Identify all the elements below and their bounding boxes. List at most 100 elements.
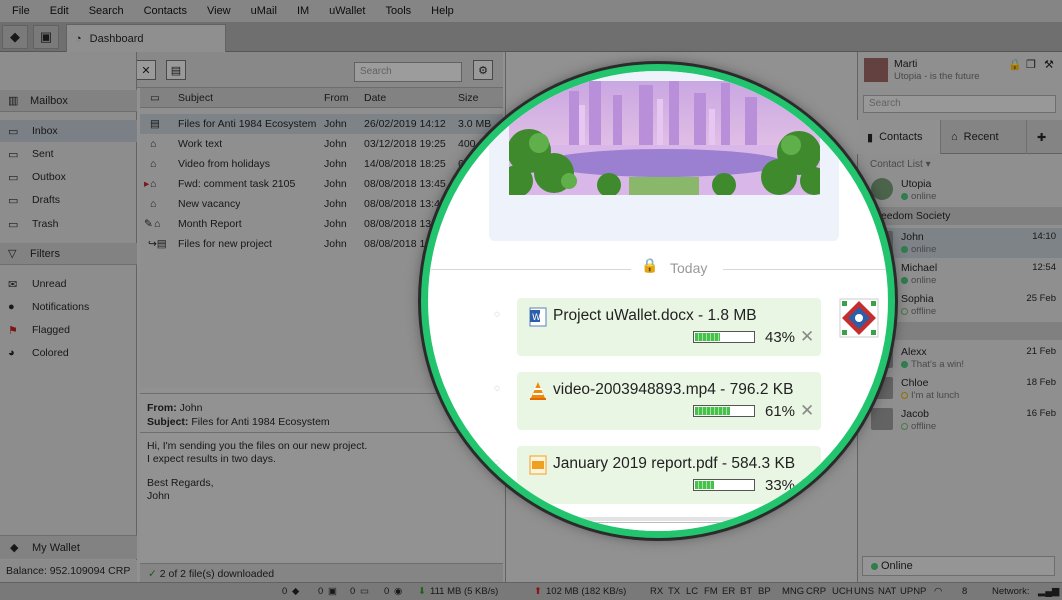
file-message-1[interactable]: W Project uWallet.docx - 1.8 MB 43% ✕ (517, 298, 821, 356)
mailbox-label: Mailbox (30, 94, 68, 107)
presence-selector[interactable]: Online (862, 556, 1055, 576)
body-line: I expect results in two days. (147, 452, 276, 465)
col-from[interactable]: From (324, 92, 349, 104)
sidebar-item-trash[interactable]: ▭ Trash (0, 213, 137, 235)
file-name[interactable]: video-2003948893.mp4 - 796.2 KB (553, 381, 793, 399)
col-date[interactable]: Date (364, 92, 386, 104)
flag-uch: UCH (832, 586, 853, 597)
mail-status-icon[interactable]: ▣ (328, 586, 337, 597)
delete-mail-icon[interactable]: ✕ (136, 60, 156, 80)
filters-header[interactable]: ▽ Filters (0, 243, 137, 265)
message-status-icon[interactable]: ▭ (360, 586, 369, 597)
flag-rx: RX (650, 586, 664, 597)
row-subject: Work text (178, 138, 223, 150)
read-receipt-icon: ◌ (494, 309, 500, 320)
mailbox-header[interactable]: ▥ Mailbox (0, 90, 137, 112)
attachment-icon: ▤ (150, 118, 160, 130)
col-subject[interactable]: Subject (178, 92, 213, 104)
progress-percent: 33% (765, 477, 796, 494)
mail-app-icon[interactable]: ▣ (33, 25, 59, 49)
wallet-balance: Balance: 952.109094 CRP (0, 560, 137, 582)
cancel-download-icon[interactable]: ✕ (800, 401, 814, 421)
row-from: John (324, 118, 347, 130)
contact-name: Chloe (901, 377, 929, 389)
menu-umail[interactable]: uMail (251, 5, 277, 17)
filter-colored[interactable]: ◕ Colored (0, 342, 137, 364)
row-from: John (324, 158, 347, 170)
chat-status-icon[interactable]: ◉ (394, 586, 402, 597)
status-bar: 0 ◆ 0 ▣ 0 ▭ 0 ◉ ⬇ 111 MB (5 KB/s) ⬆ 102 … (0, 582, 1062, 600)
copy-icon[interactable]: ❐ (1026, 58, 1036, 71)
contact-time: 18 Feb (1026, 377, 1056, 388)
contact-status: That's a win! (901, 359, 964, 370)
sender-avatar[interactable] (838, 297, 880, 339)
row-from: John (324, 178, 347, 190)
menu-edit[interactable]: Edit (50, 5, 69, 17)
body-line: Hi, I'm sending you the files on our new… (147, 440, 368, 452)
sidebar-item-sent[interactable]: ▭ Sent (0, 143, 137, 165)
tab-recent-label: Recent (963, 131, 999, 143)
gauge-icon: ◔ (75, 32, 82, 45)
progress-percent: 61% (765, 403, 796, 420)
menu-im[interactable]: IM (297, 5, 309, 17)
filter-label: Unread (32, 278, 67, 290)
my-wallet-header[interactable]: ◆ My Wallet (0, 535, 137, 559)
wallet-status-icon[interactable]: ◆ (292, 586, 299, 597)
cancel-download-icon[interactable]: ✕ (800, 475, 814, 495)
count-chats: 0 (384, 586, 390, 597)
upload-arrow-icon: ⬆ (534, 586, 542, 597)
diamond-icon[interactable]: ◆ (2, 25, 28, 49)
lock-icon[interactable]: 🔒 (1008, 58, 1022, 71)
magnifier-lens: 🔒 Today ◌ W Project uWallet.docx - 1.8 M… (421, 64, 895, 538)
sidebar-item-drafts[interactable]: ▭ Drafts (0, 189, 137, 211)
file-message-2[interactable]: video-2003948893.mp4 - 796.2 KB 61% ✕ (517, 372, 821, 430)
download-arrow-icon: ⬇ (418, 586, 426, 597)
address-book-icon[interactable]: ▤ (166, 60, 186, 80)
flag-mng: MNG (782, 586, 805, 597)
flag-upnp: UPNP (900, 586, 927, 597)
menu-view[interactable]: View (207, 5, 231, 17)
tab-channels[interactable]: ✚ (1027, 120, 1062, 154)
flag-crp: CRP (806, 586, 827, 597)
tab-recent[interactable]: ⌂ Recent (941, 120, 1027, 154)
contact-search-input[interactable]: Search (863, 95, 1056, 113)
read-receipt-icon: ◌ (494, 383, 500, 394)
menu-tools[interactable]: Tools (385, 5, 411, 17)
count-messages: 0 (350, 586, 356, 597)
menu-contacts[interactable]: Contacts (144, 5, 187, 17)
menu-help[interactable]: Help (431, 5, 454, 17)
file-name[interactable]: January 2019 report.pdf - 584.3 KB (553, 455, 795, 473)
count-wallet: 0 (282, 586, 288, 597)
envelope-icon: ⌂ (150, 198, 157, 210)
sidebar-item-label: Sent (32, 148, 54, 160)
tab-dashboard[interactable]: ◔ Dashboard (66, 24, 226, 52)
cancel-download-icon[interactable]: ✕ (800, 327, 814, 347)
progress-fill (695, 333, 720, 341)
from-label: From: (147, 402, 177, 414)
tools-icon[interactable]: ⚒ (1044, 58, 1054, 71)
tab-bar: ◆ ▣ ◔ Dashboard (0, 22, 1062, 52)
vlc-icon (530, 382, 546, 400)
word-doc-icon: W (529, 307, 547, 327)
city-image[interactable] (509, 81, 820, 195)
splitter-handle[interactable] (512, 517, 862, 521)
sidebar-item-outbox[interactable]: ▭ Outbox (0, 166, 137, 188)
menu-uwallet[interactable]: uWallet (329, 5, 365, 17)
sidebar-item-inbox[interactable]: ▭ Inbox (0, 120, 137, 142)
status-text: online (911, 191, 937, 202)
progress-fill (695, 481, 715, 489)
file-name[interactable]: Project uWallet.docx - 1.8 MB (553, 307, 757, 325)
row-subject: Fwd: comment task 2105 (178, 178, 296, 190)
sidebar-item-label: Drafts (32, 194, 61, 206)
filter-label: Flagged (32, 324, 70, 336)
filter-notifications[interactable]: ● Notifications (0, 296, 137, 318)
menu-search[interactable]: Search (89, 5, 124, 17)
contact-time: 21 Feb (1026, 346, 1056, 357)
contact-status: online (901, 275, 936, 286)
menu-file[interactable]: File (12, 5, 30, 17)
row-subject: New vacancy (178, 198, 241, 210)
file-message-3[interactable]: January 2019 report.pdf - 584.3 KB 33% ✕ (517, 446, 821, 504)
filter-flagged[interactable]: ⚑ Flagged (0, 319, 137, 341)
mailbox-icon: ▥ (8, 95, 19, 107)
filter-unread[interactable]: ✉ Unread (0, 273, 137, 295)
